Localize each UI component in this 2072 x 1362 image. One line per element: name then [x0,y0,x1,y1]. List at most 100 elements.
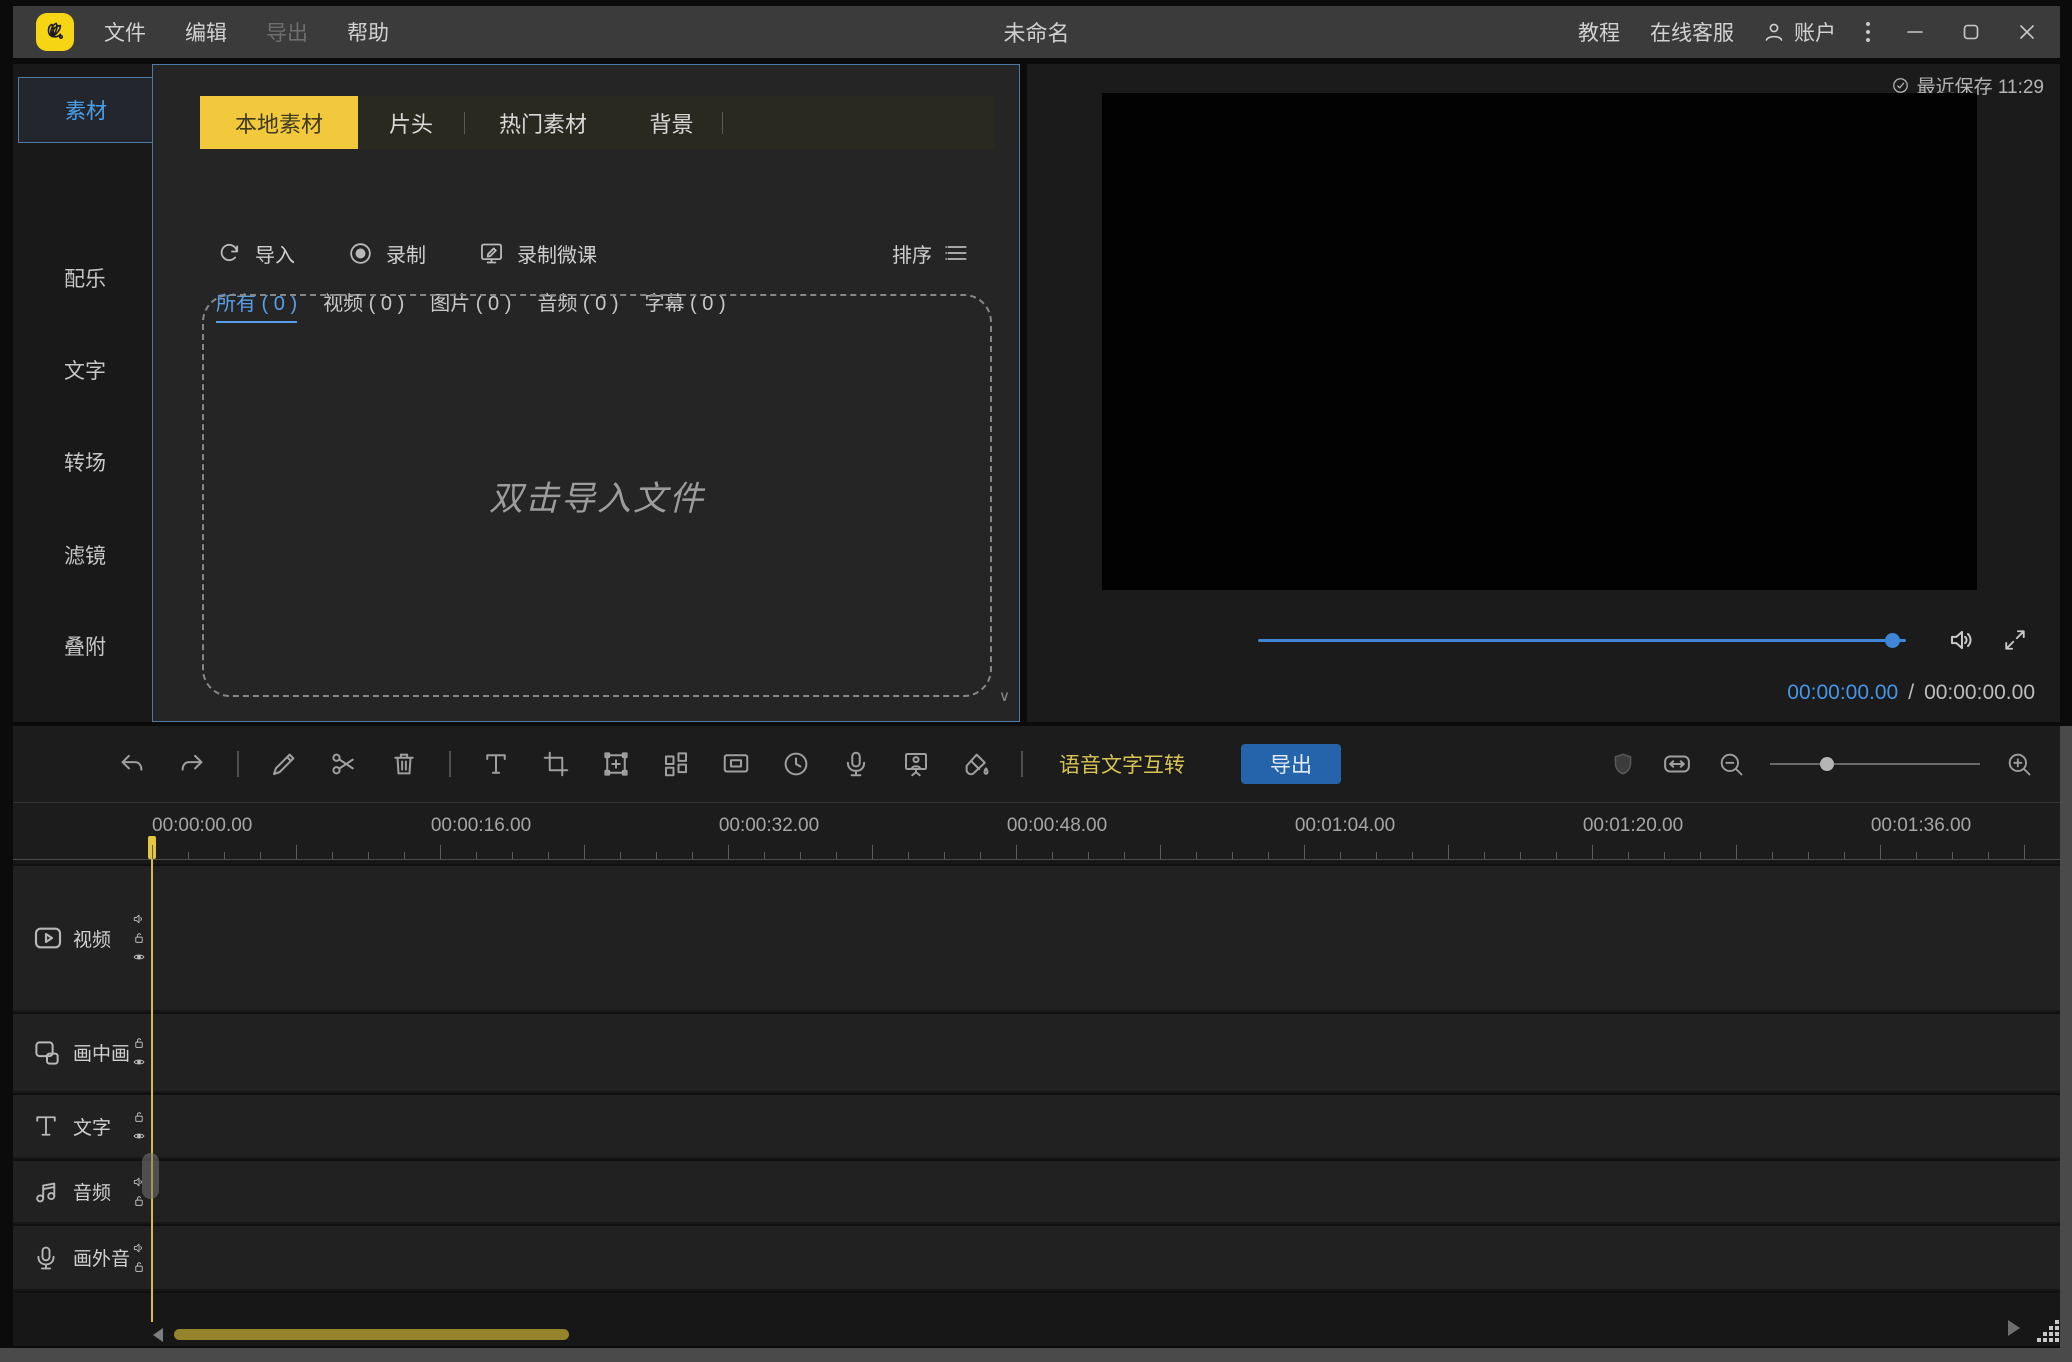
ruler-tick [1088,852,1089,859]
menu-file[interactable]: 文件 [98,13,152,51]
lock-open-icon[interactable] [132,1036,146,1050]
speaker-button[interactable] [1947,625,1977,655]
resize-grip[interactable] [2031,1318,2061,1344]
track-pip[interactable]: 画中画 [13,1012,2060,1091]
account-button[interactable]: 账户 [1762,17,1836,47]
track-label: 视频 [73,925,111,952]
ruler-tick [620,852,621,859]
menu-edit[interactable]: 编辑 [179,13,233,51]
app-logo[interactable] [36,13,74,51]
track-audio[interactable]: 音频 [13,1159,2060,1222]
track-video[interactable]: 视频 [13,864,2060,1010]
speed-button[interactable] [781,749,811,779]
ruler-tick [1484,852,1485,859]
edit-button[interactable] [269,749,299,779]
track-label: 音频 [73,1178,111,1205]
zoom-out-button[interactable] [1716,749,1746,779]
frame-add-icon [601,749,631,779]
undo-button[interactable] [117,749,147,779]
lock-open-icon[interactable] [132,931,146,945]
playhead-line[interactable] [151,859,153,1322]
ruler-tick [1520,852,1521,859]
playhead-grip[interactable] [142,1153,159,1199]
track-voiceover[interactable]: 画外音 [13,1224,2060,1289]
close-button[interactable] [2012,17,2042,47]
ruler-tick [692,852,693,859]
preview-volume-thumb[interactable] [1885,633,1900,648]
tab-local-media[interactable]: 本地素材 [200,96,358,149]
ruler-tick [764,852,765,859]
ruler-tick [1448,845,1449,859]
crop-button[interactable] [541,749,571,779]
ruler-tick [728,845,729,859]
account-label: 账户 [1794,17,1836,47]
tab-intro[interactable]: 片头 [358,96,464,149]
maximize-button[interactable] [1956,17,1986,47]
timeline-ruler[interactable]: 00:00:00.0000:00:16.0000:00:32.0000:00:4… [13,803,2060,860]
eye-icon[interactable] [132,950,146,964]
minimize-button[interactable] [1900,17,1930,47]
sidebar-item-filter[interactable]: 滤镜 [18,537,152,573]
menu-help[interactable]: 帮助 [341,13,395,51]
ruler-baseline [13,859,2060,860]
scroll-left-arrow[interactable] [153,1328,163,1342]
redo-button[interactable] [177,749,207,779]
video-viewport[interactable] [1102,93,1977,590]
sidebar-item-transition[interactable]: 转场 [18,444,152,480]
split-button[interactable] [329,749,359,779]
eye-icon[interactable] [132,1129,146,1143]
online-support-link[interactable]: 在线客服 [1648,13,1736,51]
import-dropzone[interactable]: 双击导入文件 [202,294,992,697]
presenter-button[interactable] [901,749,931,779]
ruler-tick [1196,852,1197,859]
sidebar-item-overlay[interactable]: 叠附 [18,628,152,664]
delete-button[interactable] [389,749,419,779]
ruler-tick [1664,852,1665,859]
total-duration: 00:00:00.00 [1924,681,2035,705]
scroll-right-arrow[interactable] [2008,1320,2020,1336]
ruler-tick [296,845,297,859]
music-note-icon [32,1178,60,1206]
speaker-icon[interactable] [132,912,146,926]
voiceover-button[interactable] [841,749,871,779]
sort-button[interactable]: 排序 [892,239,970,268]
record-course-button[interactable]: 录制微课 [478,239,597,268]
lock-open-icon[interactable] [132,1260,146,1274]
track-text[interactable]: 文字 [13,1093,2060,1157]
export-button[interactable]: 导出 [1241,744,1341,784]
zoom-slider-thumb[interactable] [1820,757,1834,771]
ruler-label: 00:01:36.00 [1871,815,1971,837]
fit-timeline-button[interactable] [1662,749,1692,779]
split-screen-button[interactable] [661,749,691,779]
background-fill-button[interactable] [961,749,991,779]
lock-open-icon[interactable] [132,1110,146,1124]
timeline-zoom-slider[interactable] [1770,757,1980,771]
transform-button[interactable] [601,749,631,779]
preview-slider[interactable] [1258,633,1906,648]
ruler-label: 00:00:48.00 [1007,815,1107,837]
sidebar-item-media[interactable]: 素材 [18,77,153,143]
tutorial-link[interactable]: 教程 [1576,13,1622,51]
speaker-icon[interactable] [132,1241,146,1255]
panel-collapse-chevron[interactable]: ∨ [999,687,1010,705]
add-text-button[interactable] [481,749,511,779]
pip-button[interactable] [721,749,751,779]
ruler-tick [1232,852,1233,859]
tab-hot-media[interactable]: 热门素材 [465,96,621,149]
track-controls [132,1036,146,1069]
import-button[interactable]: 导入 [216,239,295,268]
kebab-menu-icon[interactable] [1862,18,1874,46]
eye-icon[interactable] [132,1055,146,1069]
sidebar-item-text[interactable]: 文字 [18,352,152,388]
ruler-tick [1052,852,1053,859]
sidebar-item-music[interactable]: 配乐 [18,260,152,296]
timeline-scrollbar-thumb[interactable] [174,1329,569,1340]
record-button[interactable]: 录制 [347,239,426,268]
speech-to-text-button[interactable]: 语音文字互转 [1059,749,1185,779]
fullscreen-button[interactable] [2001,626,2029,654]
marker-button[interactable] [1608,749,1638,779]
zoom-in-button[interactable] [2004,749,2034,779]
ruler-tick [1124,852,1125,859]
tab-background[interactable]: 背景 [621,96,722,149]
track-controls [132,1241,146,1274]
